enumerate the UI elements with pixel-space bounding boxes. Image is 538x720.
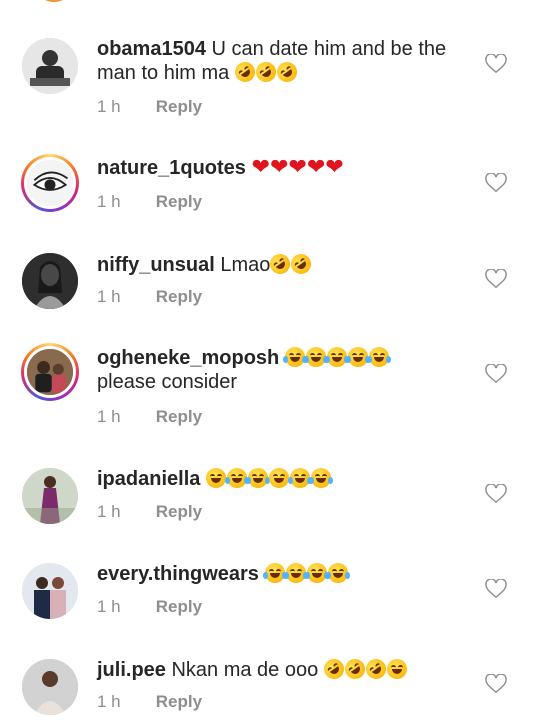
- emoji-group: [319, 655, 408, 683]
- rofl-emoji-icon: [272, 58, 301, 86]
- comment-time: 1 h: [97, 97, 121, 116]
- red-heart-icon: ❤: [288, 154, 307, 179]
- joy-emoji-icon: [262, 563, 287, 583]
- reply-button[interactable]: Reply: [156, 502, 202, 521]
- grin-sweat-emoji-icon: [205, 468, 226, 488]
- comment-meta: 1 h Reply: [97, 692, 202, 712]
- avatar[interactable]: [22, 659, 80, 717]
- comment-time: 1 h: [97, 692, 121, 711]
- joy-emoji-icon: [303, 347, 328, 367]
- avatar[interactable]: [21, 154, 79, 212]
- avatar[interactable]: [22, 563, 80, 621]
- red-heart-icon: ❤: [251, 154, 270, 179]
- comment-text: every.thingwears: [97, 562, 472, 586]
- rofl-emoji-icon: [361, 655, 390, 683]
- like-heart-icon[interactable]: [485, 674, 507, 694]
- like-heart-icon[interactable]: [485, 269, 507, 289]
- red-heart-icon: ❤: [306, 154, 326, 179]
- reply-button[interactable]: Reply: [156, 407, 202, 426]
- comment-time: 1 h: [97, 407, 121, 426]
- joy-emoji-icon: [324, 347, 349, 367]
- comment-time: 1 h: [97, 192, 121, 211]
- emoji-group: [230, 58, 301, 86]
- joy-emoji-icon: [245, 468, 270, 488]
- comment-time: 1 h: [97, 597, 121, 616]
- like-heart-icon[interactable]: [485, 364, 507, 384]
- comment-text: ipadaniella: [97, 467, 472, 491]
- comment-username[interactable]: juli.pee: [97, 659, 166, 681]
- like-heart-icon[interactable]: [485, 173, 507, 193]
- rofl-emoji-icon: [319, 655, 348, 683]
- reply-button[interactable]: Reply: [156, 97, 202, 116]
- comment-time: 1 h: [97, 287, 121, 306]
- avatar[interactable]: [22, 468, 80, 526]
- comment-text: obama1504 U can date him and be the man …: [97, 37, 472, 86]
- comment-meta: 1 h Reply: [97, 502, 202, 522]
- emoji-group: ❤❤❤❤❤: [251, 154, 344, 179]
- comment-username[interactable]: niffy_unsual: [97, 254, 215, 276]
- comment-text: nature_1quotes ❤❤❤❤❤: [97, 156, 472, 180]
- comment-text: ogheneke_moposh please consider: [97, 346, 472, 394]
- joy-emoji-icon: [224, 468, 249, 488]
- previous-avatar-ring: [34, 0, 74, 2]
- rofl-emoji-icon: [287, 250, 316, 278]
- reply-button[interactable]: Reply: [156, 287, 202, 306]
- like-heart-icon[interactable]: [485, 579, 507, 599]
- smile-emoji-icon: [386, 659, 407, 679]
- like-heart-icon[interactable]: [485, 484, 507, 504]
- avatar[interactable]: [22, 38, 80, 96]
- joy-emoji-icon: [304, 563, 329, 583]
- comment-username[interactable]: ipadaniella: [97, 468, 200, 490]
- comment-meta: 1 h Reply: [97, 192, 202, 212]
- comment-time: 1 h: [97, 502, 121, 521]
- red-heart-icon: ❤: [325, 154, 344, 179]
- emoji-group: [266, 250, 316, 278]
- comment-meta: 1 h Reply: [97, 597, 202, 617]
- comment-body: please consider: [97, 371, 238, 393]
- emoji-group: [205, 468, 333, 490]
- joy-emoji-icon: [345, 347, 370, 367]
- joy-emoji-icon: [282, 347, 307, 367]
- comment-meta: 1 h Reply: [97, 287, 202, 307]
- comment-username[interactable]: nature_1quotes: [97, 157, 246, 179]
- comment-body: Nkan ma de ooo: [171, 659, 319, 681]
- comment-username[interactable]: every.thingwears: [97, 563, 259, 585]
- joy-emoji-icon: [325, 563, 350, 583]
- comment-body: Lmao: [220, 254, 271, 276]
- like-heart-icon[interactable]: [485, 54, 507, 74]
- comment-meta: 1 h Reply: [97, 97, 202, 117]
- joy-emoji-icon: [287, 468, 312, 488]
- emoji-group: [262, 563, 350, 585]
- comment-username[interactable]: ogheneke_moposh: [97, 347, 279, 369]
- joy-emoji-icon: [283, 563, 308, 583]
- reply-button[interactable]: Reply: [156, 192, 202, 211]
- comment-meta: 1 h Reply: [97, 407, 202, 427]
- reply-button[interactable]: Reply: [156, 597, 202, 616]
- joy-emoji-icon: [366, 347, 391, 367]
- avatar[interactable]: [22, 253, 80, 311]
- red-heart-icon: ❤: [269, 154, 289, 179]
- comment-username[interactable]: obama1504: [97, 38, 206, 60]
- comment-text: niffy_unsual Lmao: [97, 250, 472, 278]
- reply-button[interactable]: Reply: [156, 692, 202, 711]
- emoji-group: [282, 347, 391, 369]
- grin-sweat-emoji-icon: [268, 468, 289, 488]
- joy-emoji-icon: [308, 468, 333, 488]
- comment-text: juli.pee Nkan ma de ooo: [97, 655, 472, 683]
- avatar[interactable]: [21, 343, 79, 401]
- rofl-emoji-icon: [340, 655, 369, 683]
